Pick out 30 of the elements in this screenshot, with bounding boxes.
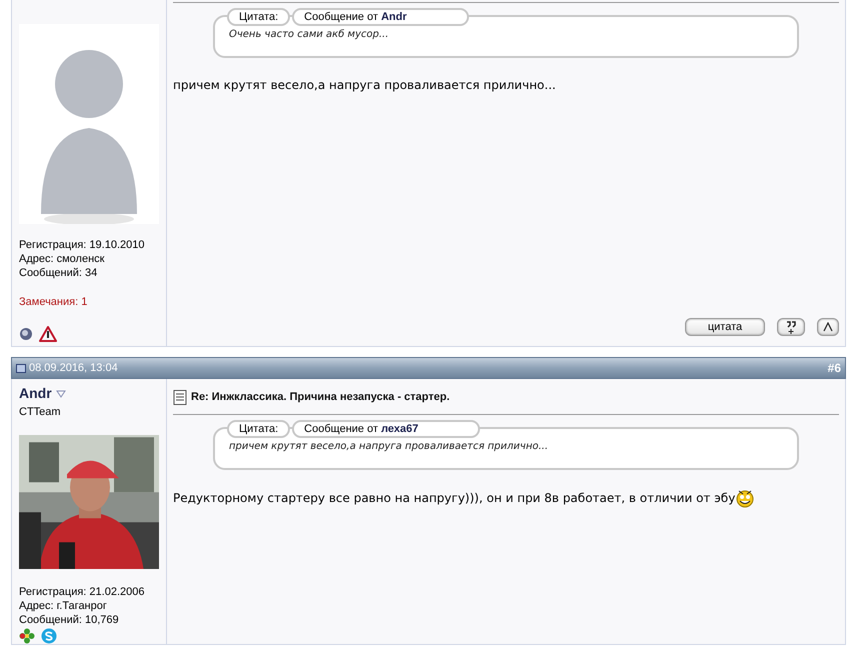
scroll-top-button[interactable] <box>817 318 839 336</box>
user-detail: Регистрация: 19.10.2010 <box>19 238 146 252</box>
quote-label: Цитата: <box>227 8 290 26</box>
skype-icon[interactable] <box>41 628 57 644</box>
quote-button[interactable]: цитата <box>685 318 765 336</box>
dropdown-triangle-icon[interactable] <box>56 390 66 398</box>
quote-text: причем крутят весело,а напруга проваливается прилично... <box>229 440 550 454</box>
quote-label: Цитата: <box>227 420 290 438</box>
quote-source: Сообщение от Andr <box>292 8 469 26</box>
user-detail: Адрес: г.Таганрог <box>19 599 108 613</box>
post-title: Re: Инжклассика. Причина незапуска - стартер. <box>191 390 450 405</box>
message-text: Редукторному стартеру все равно на напругу))), он и при 8в работает, в отличии от эбу <box>173 490 736 506</box>
post-date: 08.09.2016, 13:04 <box>29 360 118 376</box>
flower-icon[interactable] <box>19 628 35 644</box>
user-detail: Регистрация: 21.02.2006 <box>19 585 146 599</box>
post-icon <box>16 364 26 372</box>
user-rank: CTTeam <box>19 405 62 420</box>
user-warnings: Замечания: 1 <box>19 295 88 310</box>
quote-source: Сообщение от леха67 <box>292 420 480 438</box>
user-detail: Сообщений: 34 <box>19 266 98 280</box>
message-text: причем крутят весело,а напруга проваливается прилично... <box>173 77 556 94</box>
document-icon <box>173 390 187 405</box>
quote-text: Очень часто сами акб мусор... <box>229 28 390 42</box>
warning-icon[interactable] <box>39 324 57 342</box>
quote-plus-icon <box>785 320 797 334</box>
caret-up-icon <box>823 322 833 332</box>
user-detail: Сообщений: 10,769 <box>19 613 120 627</box>
username-link[interactable]: Andr <box>19 383 52 404</box>
multi-quote-button[interactable] <box>777 318 805 336</box>
user-detail: Адрес: смоленск <box>19 252 106 266</box>
